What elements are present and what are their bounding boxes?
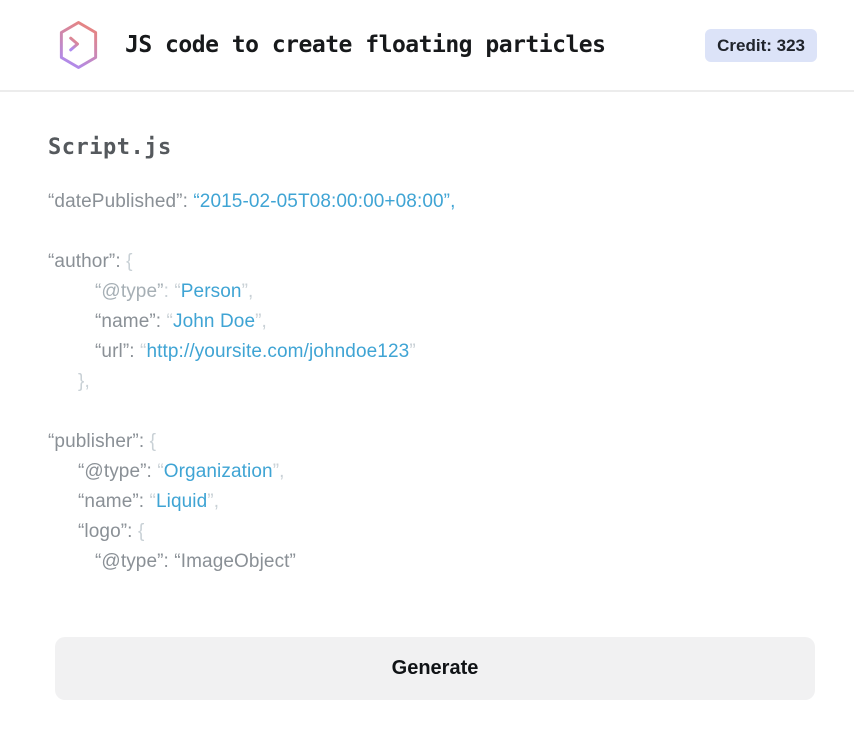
code-line: “@type”: “Organization”, (78, 461, 285, 482)
code-line: “author”: { (48, 251, 133, 272)
code-line: “name”: “John Doe”, (95, 311, 267, 332)
code-line: “@type”: “Person”, (95, 281, 254, 302)
main-content: Script.js “datePublished”: “2015-02-05T0… (0, 135, 854, 700)
code-block: “datePublished”: “2015-02-05T08:00:00+08… (48, 187, 808, 577)
code-line: “logo”: { (78, 521, 145, 542)
terminal-prompt-hexagon-icon (59, 21, 98, 69)
code-line: }, (78, 371, 90, 392)
code-line: “publisher”: { (48, 431, 157, 452)
code-line: “url”: “http://yoursite.com/johndoe123” (95, 341, 416, 362)
page-title: JS code to create floating particles (125, 32, 606, 58)
credit-badge: Credit: 323 (705, 28, 817, 62)
header: JS code to create floating particles Cre… (0, 0, 854, 92)
code-line: “@type”: “ImageObject” (95, 551, 296, 572)
code-line: “name”: “Liquid”, (78, 491, 220, 512)
generate-button[interactable]: Generate (55, 637, 815, 700)
code-line: “datePublished”: “2015-02-05T08:00:00+08… (48, 191, 456, 212)
script-filename: Script.js (48, 135, 172, 160)
